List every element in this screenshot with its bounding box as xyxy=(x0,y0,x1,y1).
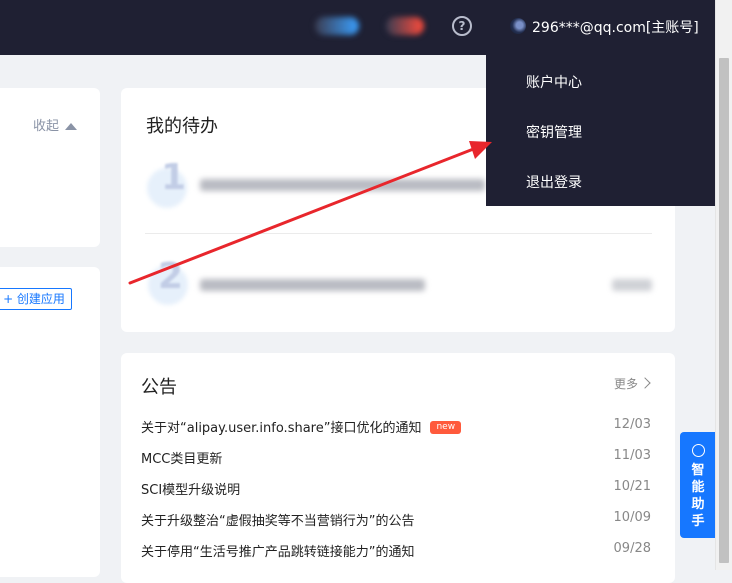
annotation-arrow-head xyxy=(469,141,492,159)
annotation-arrow xyxy=(128,141,492,285)
annotation-arrow-line xyxy=(128,146,478,285)
